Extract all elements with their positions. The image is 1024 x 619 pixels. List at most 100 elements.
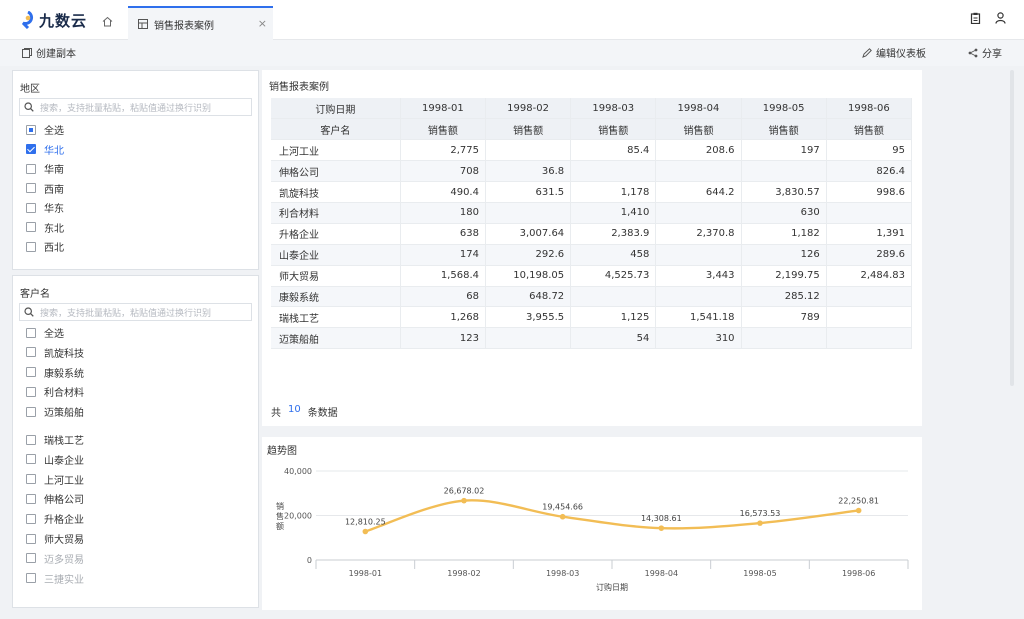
header-month[interactable]: 1998-06 bbox=[826, 98, 913, 120]
header-measure: 销售额 bbox=[655, 118, 742, 141]
region-option[interactable]: 西北 bbox=[26, 239, 64, 254]
sales-value-cell: 2,775 bbox=[400, 139, 486, 162]
customer-option[interactable]: 利合材料 bbox=[26, 384, 84, 399]
customer-option[interactable]: 伸格公司 bbox=[26, 491, 84, 506]
checkbox[interactable] bbox=[26, 513, 36, 524]
customer-option[interactable]: 全选 bbox=[26, 325, 64, 340]
customer-option[interactable]: 上河工业 bbox=[26, 472, 84, 487]
y-tick-label: 20,000 bbox=[284, 512, 312, 521]
customer-option[interactable]: 瑞栈工艺 bbox=[26, 432, 84, 447]
customer-option[interactable]: 迈多贸易 bbox=[26, 551, 84, 566]
search-icon bbox=[24, 307, 34, 317]
home-icon bbox=[102, 16, 112, 26]
customer-option[interactable]: 康毅系统 bbox=[26, 365, 84, 380]
checkbox[interactable] bbox=[26, 163, 36, 174]
table-row: 上河工业 2,775 85.4 208.6 197 95 bbox=[271, 139, 913, 162]
sales-value-cell: 2,370.8 bbox=[655, 223, 742, 245]
customer-option-label: 迈策船舶 bbox=[44, 408, 84, 420]
sales-value-cell: 789 bbox=[741, 306, 827, 329]
home-tab[interactable] bbox=[96, 10, 118, 32]
sales-value-cell: 1,541.18 bbox=[655, 306, 742, 329]
checkbox[interactable] bbox=[26, 386, 36, 397]
checkbox[interactable] bbox=[26, 124, 36, 135]
customer-option[interactable]: 升格企业 bbox=[26, 511, 84, 526]
checkbox[interactable] bbox=[26, 202, 36, 213]
y-tick-label: 0 bbox=[307, 556, 312, 565]
checkbox[interactable] bbox=[26, 454, 36, 465]
header-month[interactable]: 1998-01 bbox=[400, 98, 486, 120]
table-header-row: 订购日期 1998-01 1998-02 1998-03 1998-04 1998-05… bbox=[271, 98, 913, 120]
sales-value-cell bbox=[655, 202, 742, 224]
x-tick-label: 1998-02 bbox=[447, 569, 480, 578]
checkbox[interactable] bbox=[26, 553, 36, 564]
checkbox[interactable] bbox=[26, 241, 36, 252]
checkbox[interactable] bbox=[26, 474, 36, 485]
checkbox[interactable] bbox=[26, 367, 36, 378]
header-month[interactable]: 1998-05 bbox=[741, 98, 827, 120]
sales-table: 订购日期 1998-01 1998-02 1998-03 1998-04 1998-05… bbox=[271, 98, 913, 350]
region-option[interactable]: 西南 bbox=[26, 181, 64, 196]
tab-sales-report[interactable]: 销售报表案例 × bbox=[128, 6, 273, 40]
top-right-tools bbox=[970, 12, 1006, 24]
share-button[interactable]: 分享 bbox=[968, 45, 1002, 60]
header-month[interactable]: 1998-02 bbox=[485, 98, 572, 120]
checkbox[interactable] bbox=[26, 493, 36, 504]
customer-option[interactable]: 山泰企业 bbox=[26, 452, 84, 467]
region-search-input[interactable]: 搜索，支持批量粘贴，粘贴值通过换行识别 bbox=[19, 98, 252, 116]
app-logo[interactable]: 九数云 bbox=[20, 10, 87, 30]
clipboard-icon[interactable] bbox=[970, 12, 981, 24]
customer-option-label: 瑞栈工艺 bbox=[44, 436, 84, 447]
checkbox[interactable] bbox=[26, 327, 36, 338]
user-icon[interactable] bbox=[995, 12, 1006, 24]
region-option[interactable]: 华东 bbox=[26, 200, 64, 215]
edit-dashboard-button[interactable]: 编辑仪表板 bbox=[862, 45, 926, 60]
sales-value-cell bbox=[655, 160, 742, 183]
customer-option[interactable]: 迈策船舶 bbox=[26, 404, 84, 419]
sales-value-cell: 1,125 bbox=[570, 306, 657, 329]
sales-value-cell: 126 bbox=[741, 244, 827, 266]
data-point bbox=[658, 525, 665, 531]
trend-chart-panel: 趋势图 40,000 20,000 0 1998-01 1998-02 1998-03 19… bbox=[262, 437, 922, 610]
customer-search-input[interactable]: 搜索，支持批量粘贴，粘贴值通过换行识别 bbox=[19, 303, 252, 321]
x-tick-label: 1998-06 bbox=[842, 569, 875, 578]
sales-value-cell bbox=[826, 286, 913, 308]
header-month[interactable]: 1998-04 bbox=[655, 98, 742, 120]
sales-value-cell: 208.6 bbox=[655, 139, 742, 162]
checkbox[interactable] bbox=[26, 347, 36, 358]
sales-value-cell: 10,198.05 bbox=[485, 265, 572, 287]
region-option[interactable]: 全选 bbox=[26, 122, 64, 137]
checkbox[interactable] bbox=[26, 434, 36, 445]
tab-close-icon[interactable]: × bbox=[258, 17, 267, 30]
customer-option[interactable]: 凯旋科技 bbox=[26, 345, 84, 360]
header-measure: 销售额 bbox=[570, 118, 657, 141]
sales-value-cell: 648.72 bbox=[485, 286, 572, 308]
region-option[interactable]: 华南 bbox=[26, 161, 64, 176]
data-label: 19,454.66 bbox=[542, 503, 583, 512]
sales-value-cell bbox=[655, 244, 742, 266]
checkbox[interactable] bbox=[26, 183, 36, 193]
vertical-scrollbar[interactable] bbox=[1010, 70, 1014, 386]
x-tick-label: 1998-04 bbox=[645, 569, 678, 578]
data-point bbox=[362, 528, 369, 535]
create-copy-button[interactable]: 创建副本 bbox=[22, 45, 76, 60]
header-month[interactable]: 1998-03 bbox=[570, 98, 657, 120]
customer-option[interactable]: 师大贸易 bbox=[26, 531, 84, 546]
data-label: 12,810.25 bbox=[345, 517, 386, 526]
checkbox[interactable] bbox=[26, 222, 36, 232]
region-option[interactable]: 东北 bbox=[26, 220, 64, 235]
customer-name-cell: 升格企业 bbox=[271, 223, 401, 245]
data-point bbox=[757, 520, 763, 526]
total-prefix: 共 bbox=[271, 408, 281, 419]
checkbox[interactable] bbox=[26, 573, 36, 584]
header-measure: 销售额 bbox=[826, 118, 913, 141]
checkbox[interactable] bbox=[26, 406, 36, 417]
trend-line-chart: 40,000 20,000 0 1998-01 1998-02 1998-03 1998-0… bbox=[276, 467, 909, 592]
checkbox[interactable] bbox=[26, 144, 36, 154]
region-option[interactable]: 华北 bbox=[26, 142, 64, 157]
edit-dashboard-label: 编辑仪表板 bbox=[876, 49, 926, 60]
customer-option[interactable]: 三捷实业 bbox=[26, 571, 84, 586]
copy-icon bbox=[22, 47, 32, 58]
sales-value-cell bbox=[826, 202, 913, 224]
checkbox[interactable] bbox=[26, 533, 36, 544]
customer-name-cell: 凯旋科技 bbox=[271, 181, 401, 203]
